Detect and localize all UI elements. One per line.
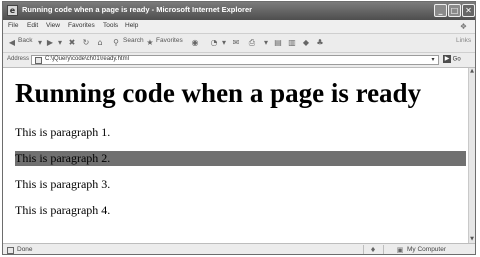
- favorites-star-icon[interactable]: ★: [145, 38, 155, 48]
- zone-text: My Computer: [407, 246, 447, 253]
- favorites-button[interactable]: Favorites: [156, 37, 183, 44]
- status-text: Done: [17, 246, 33, 253]
- edit-dropdown-icon[interactable]: ▾: [261, 38, 271, 48]
- minimize-button[interactable]: _: [434, 4, 447, 17]
- address-value[interactable]: C:\jQuery\code\ch01\ready.html: [45, 56, 129, 62]
- discuss-icon[interactable]: ▤: [273, 38, 283, 48]
- address-input[interactable]: C:\jQuery\code\ch01\ready.html ▾: [31, 55, 439, 65]
- go-arrow-icon[interactable]: ▶: [443, 55, 451, 63]
- page-heading: Running code when a page is ready: [15, 78, 422, 108]
- menu-bar: File Edit View Favorites Tools Help ❖: [3, 20, 475, 34]
- history-icon[interactable]: ◔: [209, 38, 219, 48]
- stop-icon[interactable]: ✖: [67, 38, 77, 48]
- paragraph-4: This is paragraph 4.: [15, 203, 111, 217]
- menu-file[interactable]: File: [8, 22, 18, 29]
- status-divider: [383, 245, 384, 254]
- network-icon[interactable]: ♣: [315, 38, 325, 48]
- menu-favorites[interactable]: Favorites: [68, 22, 95, 29]
- page-content: Running code when a page is ready This i…: [3, 68, 468, 243]
- done-page-icon: [7, 247, 14, 254]
- forward-dropdown-icon[interactable]: ▾: [55, 38, 65, 48]
- messenger-icon[interactable]: ◆: [301, 38, 311, 48]
- menu-edit[interactable]: Edit: [27, 22, 38, 29]
- status-bar: Done ♦ ▣ My Computer: [3, 243, 475, 254]
- back-dropdown-icon[interactable]: ▾: [35, 38, 45, 48]
- my-computer-icon: ▣: [396, 246, 404, 254]
- security-icon: ♦: [369, 246, 377, 254]
- go-button[interactable]: ▶ Go: [443, 55, 469, 65]
- back-button[interactable]: Back: [18, 37, 32, 44]
- paragraph-2-highlighted: This is paragraph 2.: [15, 151, 466, 166]
- browser-window: e Running code when a page is ready - Mi…: [2, 1, 476, 255]
- history-dropdown-icon[interactable]: ▾: [219, 38, 229, 48]
- window-title: Running code when a page is ready - Micr…: [22, 5, 253, 14]
- address-label: Address: [7, 56, 30, 62]
- home-icon[interactable]: ⌂: [95, 38, 105, 48]
- forward-arrow-icon[interactable]: ▶: [45, 38, 55, 48]
- ie-app-icon[interactable]: e: [7, 5, 18, 16]
- maximize-button[interactable]: □: [448, 4, 461, 17]
- scroll-up-icon[interactable]: ▲: [469, 68, 475, 75]
- scroll-down-icon[interactable]: ▼: [469, 236, 475, 243]
- address-bar: Address C:\jQuery\code\ch01\ready.html ▾…: [3, 53, 475, 68]
- status-divider: [363, 245, 364, 254]
- title-bar[interactable]: e Running code when a page is ready - Mi…: [3, 2, 475, 20]
- toolbar: ◀ Back ▾ ▶ ▾ ✖ ↻ ⌂ ⚲ Search ★ Favorites …: [3, 34, 475, 53]
- back-arrow-icon[interactable]: ◀: [7, 38, 17, 48]
- menu-help[interactable]: Help: [125, 22, 138, 29]
- page-icon: [35, 57, 42, 64]
- menu-view[interactable]: View: [46, 22, 60, 29]
- print-icon[interactable]: ⎙: [247, 38, 257, 48]
- address-dropdown-icon[interactable]: ▾: [429, 56, 437, 64]
- media-icon[interactable]: ◉: [190, 38, 200, 48]
- refresh-icon[interactable]: ↻: [81, 38, 91, 48]
- paragraph-1: This is paragraph 1.: [15, 125, 111, 139]
- paragraph-3: This is paragraph 3.: [15, 177, 111, 191]
- windows-logo-icon: ❖: [459, 22, 468, 31]
- search-button[interactable]: Search: [123, 37, 144, 44]
- go-label[interactable]: Go: [453, 57, 461, 63]
- mail-icon[interactable]: ✉: [231, 38, 241, 48]
- vertical-scrollbar[interactable]: ▲ ▼: [468, 68, 475, 243]
- menu-tools[interactable]: Tools: [103, 22, 118, 29]
- research-icon[interactable]: ▥: [287, 38, 297, 48]
- close-button[interactable]: ✕: [462, 4, 475, 17]
- links-button[interactable]: Links: [456, 37, 471, 44]
- search-icon[interactable]: ⚲: [111, 38, 121, 48]
